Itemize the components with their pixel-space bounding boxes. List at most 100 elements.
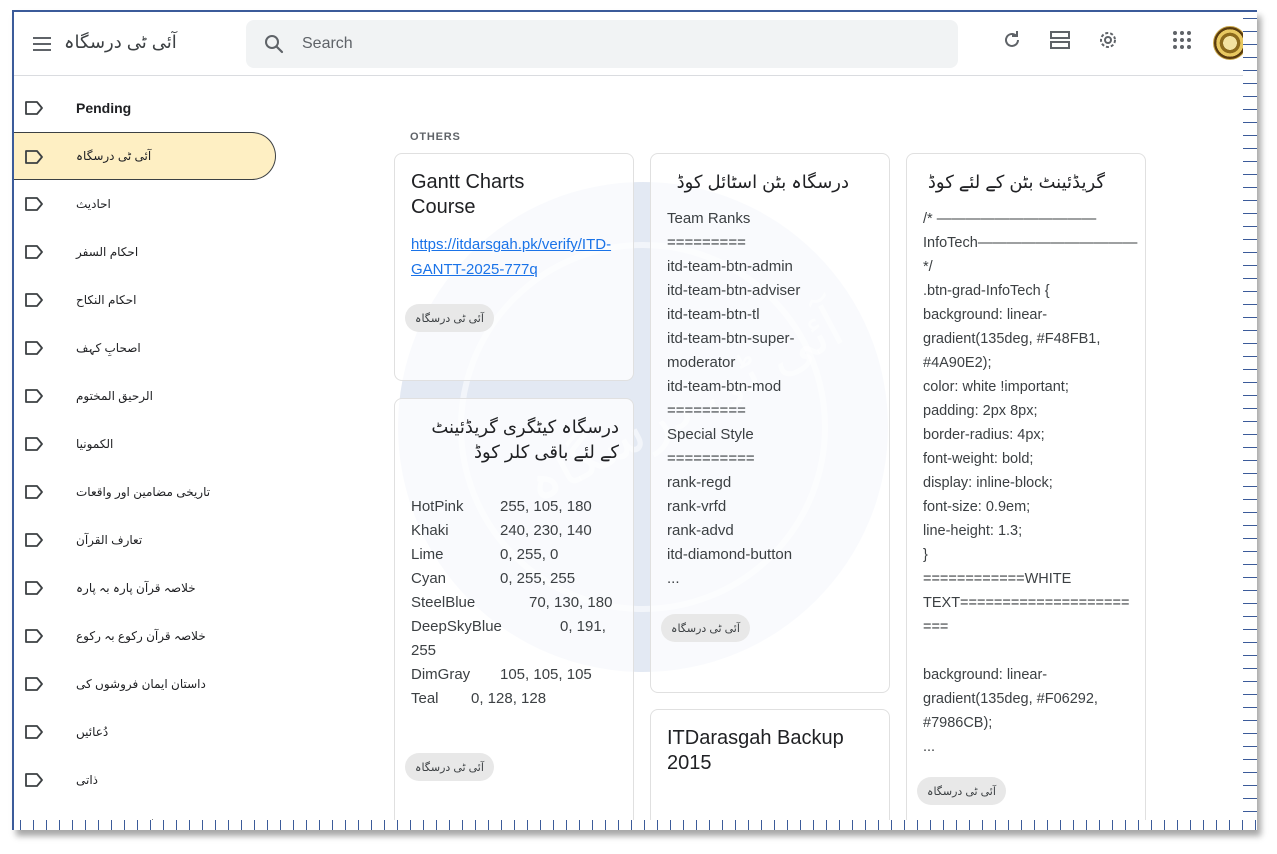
sidebar-item[interactable]: Pending <box>14 84 294 132</box>
note-line: TEXT==================== <box>923 595 1130 611</box>
note-line: color: white !important; <box>923 379 1069 395</box>
color-row: HotPink 255, 105, 180 <box>411 495 612 519</box>
note-line: InfoTech——————————— <box>923 235 1138 251</box>
label-icon <box>25 293 43 307</box>
label-icon <box>25 437 43 451</box>
color-value: 0, 128, 128 <box>471 690 547 707</box>
label-icon <box>25 629 43 643</box>
sidebar-item-label: احکام السفر <box>76 245 139 259</box>
sidebar-item[interactable]: خلاصہ قرآن پارہ بہ پارہ <box>14 564 294 612</box>
sidebar-item-label: ذاتی <box>76 773 99 787</box>
sidebar-item[interactable]: الرحیق المختوم <box>14 372 294 420</box>
sidebar-item[interactable]: ذاتی <box>14 756 294 804</box>
color-value: 105, 105, 105 <box>500 666 592 683</box>
note-line: */ <box>923 259 933 275</box>
sidebar-item-label: داستان ایمان فروشوں کی <box>76 677 206 691</box>
color-value: 240, 230, 140 <box>500 522 592 539</box>
note-title-line: Gantt Charts <box>411 171 525 193</box>
note-line: itd-team-btn-super- <box>667 330 795 347</box>
search-input[interactable] <box>302 30 922 58</box>
color-row: Cyan 0, 255, 255 <box>411 567 612 591</box>
label-icon <box>25 101 43 115</box>
note-line: moderator <box>667 354 736 371</box>
label-icon <box>25 581 43 595</box>
label-icon <box>25 725 43 739</box>
sidebar-item[interactable]: احکام السفر <box>14 228 294 276</box>
note-line: .btn-grad-InfoTech { <box>923 283 1050 299</box>
refresh-icon[interactable] <box>1000 28 1024 52</box>
sidebar-item[interactable]: تاریخی مضامین اور واقعات <box>14 468 294 516</box>
search-icon[interactable] <box>262 32 286 56</box>
list-view-icon[interactable] <box>1048 28 1072 52</box>
color-row: Teal 0, 128, 128 <box>411 687 612 711</box>
apps-grid-icon[interactable] <box>1170 28 1194 52</box>
color-value: 0, 191, <box>560 618 606 635</box>
main-menu-button[interactable] <box>22 24 62 64</box>
note-line: display: inline-block; <box>923 475 1053 491</box>
note-line: background: linear- <box>923 307 1048 323</box>
color-row: DeepSkyBlue 0, 191, <box>411 615 612 639</box>
note-card-backup[interactable]: ITDarasgah Backup 2015 <box>650 709 890 830</box>
color-name: HotPink <box>411 498 464 515</box>
label-chip[interactable]: آئی ٹی درسگاہ <box>917 777 1006 805</box>
label-chip[interactable]: آئی ٹی درسگاہ <box>405 304 494 332</box>
color-name: Teal <box>411 690 439 707</box>
sidebar-item[interactable]: خلاصہ قرآن رکوع بہ رکوع <box>14 612 294 660</box>
sidebar-item[interactable]: تعارف القرآن <box>14 516 294 564</box>
note-line: ... <box>923 739 936 755</box>
note-line: #7986CB); <box>923 715 993 731</box>
sidebar-item[interactable]: داستان ایمان فروشوں کی <box>14 660 294 708</box>
note-line: itd-team-btn-adviser <box>667 282 801 299</box>
note-line: gradient(135deg, #F06292, <box>923 691 1098 707</box>
top-bar: آئی ٹی درسگاہ <box>14 12 1257 76</box>
app-title: آئی ٹی درسگاہ <box>64 32 177 52</box>
note-line: /* ——————————— <box>923 211 1097 227</box>
label-icon <box>25 341 43 355</box>
note-card-gantt[interactable]: Gantt Charts Course https://itdarsgah.pk… <box>394 153 634 381</box>
note-title-line: Course <box>411 196 476 218</box>
account-avatar[interactable] <box>1213 26 1247 60</box>
label-icon <box>25 485 43 499</box>
note-body: Team Ranks ========= itd-team-btn-admin itd… <box>667 207 800 591</box>
link-text[interactable]: https://itdarsgah.pk/verify/ITD- <box>411 232 611 257</box>
search-bar[interactable] <box>246 20 958 68</box>
sidebar-item[interactable]: دُعائیں <box>14 708 294 756</box>
note-title-line: کے لئے باقی کلر کوڈ <box>473 442 619 462</box>
color-row: 255 <box>411 639 612 663</box>
sidebar-item-label: تاریخی مضامین اور واقعات <box>76 485 211 499</box>
settings-icon[interactable] <box>1096 28 1120 52</box>
note-card-button-styles[interactable]: درسگاہ بٹن اسٹائل کوڈ Team Ranks ========… <box>650 153 890 693</box>
sidebar-item[interactable]: احادیث <box>14 180 294 228</box>
note-line: Team Ranks <box>667 210 751 227</box>
note-line: background: linear- <box>923 667 1048 683</box>
sidebar-item-label: الکمونیا <box>76 437 114 451</box>
sidebar-item-label: احادیث <box>76 197 111 211</box>
note-card-gradient-code[interactable]: گریڈئینٹ بٹن کے لئے کوڈ /* ——————————— In… <box>906 153 1146 830</box>
note-line: === <box>923 619 949 635</box>
note-title-line: 2015 <box>667 752 712 774</box>
note-link[interactable]: https://itdarsgah.pk/verify/ITD- GANTT-2… <box>411 232 611 282</box>
link-text[interactable]: GANTT-2025-777q <box>411 257 611 282</box>
note-line: ============WHITE <box>923 571 1072 587</box>
note-line: font-weight: bold; <box>923 451 1034 467</box>
sidebar-item[interactable]: الکمونیا <box>14 420 294 468</box>
note-card-category-colors[interactable]: درسگاہ کیٹگری گریڈئینٹ کے لئے باقی کلر ک… <box>394 398 634 830</box>
note-line: } <box>923 547 928 563</box>
sidebar-item[interactable]: اصحابِ کہف <box>14 324 294 372</box>
note-line: itd-diamond-button <box>667 546 793 563</box>
note-title: درسگاہ کیٹگری گریڈئینٹ کے لئے باقی کلر ک… <box>431 415 619 465</box>
color-value: 0, 255, 0 <box>500 546 559 563</box>
note-line: line-height: 1.3; <box>923 523 1023 539</box>
sidebar-item[interactable]: احکام النکاح <box>14 276 294 324</box>
color-value: 255, 105, 180 <box>500 498 592 515</box>
label-chip[interactable]: آئی ٹی درسگاہ <box>661 614 750 642</box>
note-line: itd-team-btn-tl <box>667 306 760 323</box>
note-title: Gantt Charts Course <box>411 170 524 220</box>
hamburger-icon <box>33 43 51 45</box>
note-line: rank-vrfd <box>667 498 727 515</box>
note-title-line: درسگاہ کیٹگری گریڈئینٹ <box>431 417 619 437</box>
note-line: padding: 2px 8px; <box>923 403 1038 419</box>
label-chip[interactable]: آئی ٹی درسگاہ <box>405 753 494 781</box>
sidebar-item[interactable]: آئی ٹی درسگاہ <box>14 132 276 180</box>
note-line: ... <box>667 570 680 587</box>
